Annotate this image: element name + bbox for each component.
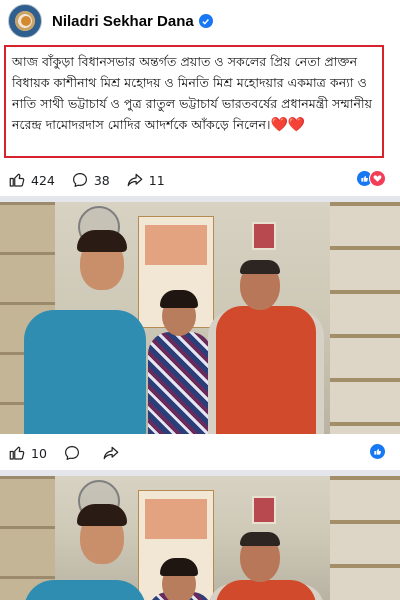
thumbs-up-icon (9, 173, 25, 187)
post-header: Niladri Sekhar Dana (0, 0, 400, 42)
shared-share-button[interactable] (102, 444, 125, 462)
shared-comment-button[interactable] (63, 444, 86, 462)
photo-wall-frame (252, 222, 276, 250)
verified-badge-icon (198, 14, 213, 28)
share-count: 11 (148, 172, 165, 188)
heart-emojis: ❤️❤️ (270, 117, 306, 133)
person-1-hair (77, 504, 127, 526)
shared-reaction-summary[interactable] (369, 443, 386, 460)
person-3-hair (240, 532, 280, 546)
avatar[interactable] (8, 4, 42, 38)
caption-text: আজ বাঁকুড়া বিধানসভার অন্তর্গত প্রয়াত ও… (12, 54, 373, 132)
person-3-vest (216, 306, 316, 434)
post-stats-bar: 424 38 11 (8, 168, 392, 192)
person-3-vest (216, 580, 316, 600)
person-2-body (148, 332, 212, 434)
comment-bubble-icon (72, 173, 87, 187)
post-caption-highlight: আজ বাঁকুড়া বিধানসভার অন্তর্গত প্রয়াত ও… (4, 45, 384, 158)
person-1-body (24, 310, 146, 434)
comment-bubble-icon (64, 446, 79, 460)
shared-like-count: 10 (31, 445, 47, 461)
shared-post-photo[interactable] (0, 476, 400, 600)
photo-wall-frame (252, 496, 276, 524)
like-reaction-icon (369, 443, 386, 460)
person-2-hair (160, 290, 198, 308)
reaction-summary[interactable] (356, 170, 386, 187)
photo-shelf-right (330, 202, 400, 434)
person-2-hair (160, 558, 198, 576)
post-caption: আজ বাঁকুড়া বিধানসভার অন্তর্গত প্রয়াত ও… (12, 51, 376, 136)
share-arrow-icon (127, 173, 143, 187)
share-arrow-icon (103, 446, 119, 460)
share-button[interactable]: 11 (126, 171, 165, 189)
person-1-hair (77, 230, 127, 252)
love-reaction-icon (369, 170, 386, 187)
comment-button[interactable]: 38 (71, 171, 110, 189)
author-name[interactable]: Niladri Sekhar Dana (52, 13, 194, 30)
thumbs-up-icon (9, 446, 25, 460)
comment-count: 38 (93, 172, 110, 188)
person-1-body (24, 580, 146, 600)
post-photo[interactable] (0, 202, 400, 434)
shared-like-button[interactable]: 10 (8, 444, 47, 462)
shared-post-stats-bar: 10 (8, 441, 392, 465)
photo-shelf-right (330, 476, 400, 600)
like-button[interactable]: 424 (8, 171, 55, 189)
person-3-hair (240, 260, 280, 274)
like-count: 424 (31, 172, 55, 188)
